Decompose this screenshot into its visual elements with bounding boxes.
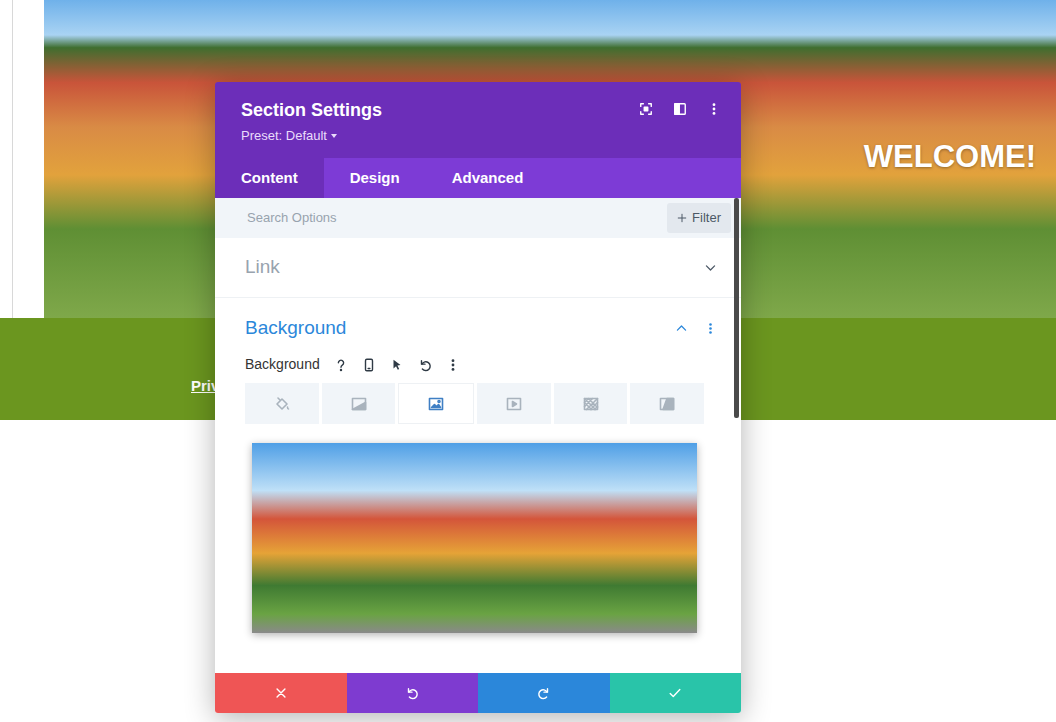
search-input[interactable] bbox=[245, 207, 667, 229]
section-title[interactable]: Background bbox=[245, 314, 346, 343]
undo-icon[interactable] bbox=[405, 686, 419, 700]
fullscreen-icon[interactable] bbox=[639, 102, 653, 116]
section-title[interactable]: Link bbox=[245, 253, 280, 282]
chevron-up-icon[interactable] bbox=[675, 322, 688, 335]
header-icons bbox=[639, 99, 721, 158]
more-options-icon[interactable] bbox=[707, 102, 721, 116]
section-menu-icon[interactable] bbox=[704, 322, 717, 335]
split-view-icon[interactable] bbox=[673, 102, 687, 116]
tab[interactable]: Design bbox=[324, 158, 426, 198]
help-icon[interactable] bbox=[334, 358, 348, 372]
undo-icon[interactable] bbox=[405, 686, 419, 700]
mask-icon[interactable] bbox=[659, 396, 675, 412]
section-controls bbox=[704, 261, 717, 274]
preset-label[interactable]: Preset: Default bbox=[241, 128, 327, 143]
redo-icon[interactable] bbox=[537, 686, 551, 700]
background-type-tab[interactable] bbox=[398, 383, 474, 424]
filter-label[interactable]: Filter bbox=[692, 208, 721, 228]
help-icon[interactable] bbox=[334, 358, 348, 372]
plus-icon[interactable] bbox=[677, 213, 687, 223]
check-icon[interactable] bbox=[668, 686, 682, 700]
background-type-tab[interactable] bbox=[477, 383, 551, 424]
split-view-icon[interactable] bbox=[673, 102, 687, 116]
background-label-row: Background bbox=[215, 354, 741, 375]
preset-selector[interactable]: Preset: Default bbox=[241, 126, 382, 146]
modal-footer bbox=[215, 673, 741, 713]
plus-icon[interactable] bbox=[677, 213, 687, 223]
tab[interactable]: Content bbox=[215, 158, 324, 198]
cancel-button[interactable] bbox=[215, 673, 347, 713]
background-type-tabs bbox=[245, 383, 704, 424]
tab[interactable]: Advanced bbox=[426, 158, 550, 198]
section-settings-modal: Section Settings Preset: Default ContentDe… bbox=[215, 82, 741, 713]
filter-button[interactable]: Filter bbox=[667, 203, 731, 233]
gradient-icon[interactable] bbox=[351, 396, 367, 412]
background-image-preview[interactable] bbox=[252, 443, 697, 633]
section-controls bbox=[675, 322, 717, 335]
hover-icon[interactable] bbox=[390, 358, 404, 372]
save-button[interactable] bbox=[610, 673, 742, 713]
color-icon[interactable] bbox=[274, 396, 290, 412]
fullscreen-icon[interactable] bbox=[639, 102, 653, 116]
undo-button[interactable] bbox=[347, 673, 479, 713]
search-bar: Filter bbox=[215, 198, 741, 238]
video-icon[interactable] bbox=[506, 396, 522, 412]
close-icon[interactable] bbox=[274, 686, 288, 700]
modal-header: Section Settings Preset: Default bbox=[215, 82, 741, 158]
chevron-up-icon[interactable] bbox=[675, 322, 688, 335]
reset-icon[interactable] bbox=[418, 358, 432, 372]
background-type-tab[interactable] bbox=[630, 383, 704, 424]
image-icon[interactable] bbox=[428, 396, 444, 412]
section-menu-icon[interactable] bbox=[704, 322, 717, 335]
scrollbar[interactable] bbox=[734, 198, 739, 418]
preset-caret-icon[interactable] bbox=[331, 134, 337, 138]
image-icon[interactable] bbox=[428, 396, 444, 412]
video-icon[interactable] bbox=[506, 396, 522, 412]
background-type-tab[interactable] bbox=[245, 383, 319, 424]
pattern-icon[interactable] bbox=[583, 396, 599, 412]
pattern-icon[interactable] bbox=[583, 396, 599, 412]
welcome-heading: WELCOME! bbox=[864, 138, 1036, 175]
check-icon[interactable] bbox=[668, 686, 682, 700]
page-margin bbox=[12, 0, 44, 318]
redo-icon[interactable] bbox=[537, 686, 551, 700]
option-menu-icon[interactable] bbox=[446, 358, 460, 372]
tab-bar: ContentDesignAdvanced bbox=[215, 158, 741, 198]
gradient-icon[interactable] bbox=[351, 396, 367, 412]
responsive-icon[interactable] bbox=[362, 358, 376, 372]
chevron-down-icon[interactable] bbox=[704, 261, 717, 274]
section-header[interactable]: Link bbox=[215, 238, 741, 298]
section-header[interactable]: Background bbox=[215, 298, 741, 358]
header-titles: Section Settings Preset: Default bbox=[241, 99, 382, 158]
background-label: Background bbox=[245, 354, 320, 375]
responsive-icon[interactable] bbox=[362, 358, 376, 372]
close-icon[interactable] bbox=[274, 686, 288, 700]
redo-button[interactable] bbox=[478, 673, 610, 713]
hover-icon[interactable] bbox=[390, 358, 404, 372]
modal-body: Filter Link Background Background bbox=[215, 198, 741, 673]
option-menu-icon[interactable] bbox=[446, 358, 460, 372]
background-type-tab[interactable] bbox=[322, 383, 396, 424]
mask-icon[interactable] bbox=[659, 396, 675, 412]
more-options-icon[interactable] bbox=[707, 102, 721, 116]
color-icon[interactable] bbox=[274, 396, 290, 412]
chevron-down-icon[interactable] bbox=[704, 261, 717, 274]
background-type-tab[interactable] bbox=[554, 383, 628, 424]
reset-icon[interactable] bbox=[418, 358, 432, 372]
modal-title: Section Settings bbox=[241, 99, 382, 122]
